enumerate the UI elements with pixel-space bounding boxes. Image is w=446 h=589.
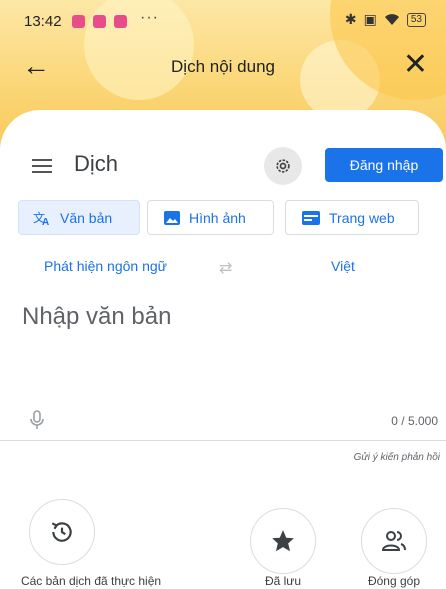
translate-icon: 文A xyxy=(33,210,51,226)
saved-button[interactable] xyxy=(250,508,316,574)
saved-label[interactable]: Đã lưu xyxy=(233,574,333,588)
silent-icon: ▣ xyxy=(363,11,377,27)
notification-icon xyxy=(114,15,127,28)
settings-button[interactable] xyxy=(264,147,302,185)
tab-text-label: Văn bản xyxy=(60,209,113,226)
history-label[interactable]: Các bản dịch đã thực hiện xyxy=(0,574,182,588)
tab-websites[interactable]: Trang web xyxy=(285,200,419,235)
tab-images-label: Hình ảnh xyxy=(189,209,246,226)
source-text-input[interactable]: Nhập văn bản xyxy=(22,303,422,343)
top-toolbar: ← Dịch nội dung ✕ xyxy=(0,48,446,88)
mode-tabs: 文A Văn bản Hình ảnh Trang web xyxy=(18,200,446,236)
gear-icon xyxy=(276,159,290,173)
divider xyxy=(0,440,446,441)
microphone-icon[interactable] xyxy=(30,410,44,435)
history-button[interactable] xyxy=(29,499,95,565)
status-bar: 13:42 ··· ✱ ▣ 53 xyxy=(0,0,446,40)
app-title: Dịch xyxy=(74,151,119,176)
contribute-button[interactable] xyxy=(361,508,427,574)
sign-in-button[interactable]: Đăng nhập xyxy=(325,148,443,182)
bluetooth-icon: ✱ xyxy=(344,11,357,27)
image-icon xyxy=(164,210,180,225)
website-icon xyxy=(302,210,320,225)
source-language[interactable]: Phát hiện ngôn ngữ xyxy=(44,258,167,274)
notification-icon xyxy=(93,15,106,28)
notification-icon xyxy=(72,15,85,28)
toolbar-title: Dịch nội dung xyxy=(171,57,275,76)
battery-icon: 53 xyxy=(406,12,426,27)
star-icon xyxy=(272,530,294,552)
status-time: 13:42 xyxy=(24,13,62,30)
target-language[interactable]: Việt xyxy=(331,258,355,274)
app-header: Dịch Đăng nhập xyxy=(0,140,446,190)
character-counter: 0 / 5.000 xyxy=(391,414,438,428)
history-icon xyxy=(51,522,72,542)
more-notifications: ··· xyxy=(140,9,159,26)
feedback-link[interactable]: Gửi ý kiến phản hồi xyxy=(354,452,440,463)
contribute-label[interactable]: Đóng góp xyxy=(344,574,444,588)
contribute-icon xyxy=(381,531,406,551)
tab-images[interactable]: Hình ảnh xyxy=(147,200,274,235)
system-icons: ✱ ▣ 53 xyxy=(345,11,426,28)
menu-icon[interactable] xyxy=(32,159,52,173)
svg-text:A: A xyxy=(42,217,49,226)
language-bar: Phát hiện ngôn ngữ ⇄ Việt xyxy=(0,256,446,280)
close-icon[interactable]: ✕ xyxy=(403,48,428,82)
wifi-icon xyxy=(384,14,399,25)
swap-languages-icon[interactable]: ⇄ xyxy=(219,258,232,278)
tab-text[interactable]: 文A Văn bản xyxy=(18,200,140,235)
tab-websites-label: Trang web xyxy=(329,209,395,226)
